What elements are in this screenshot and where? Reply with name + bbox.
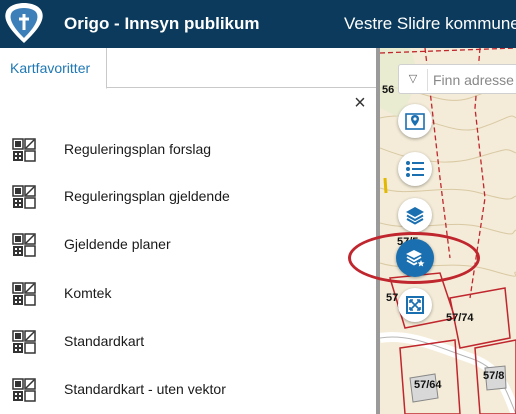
map-thumbnail-icon	[12, 138, 36, 162]
parcel-label: 56	[382, 84, 395, 96]
search-separator	[427, 69, 428, 91]
map-pin-icon	[405, 113, 425, 130]
favorite-label: Reguleringsplan gjeldende	[64, 188, 230, 204]
app-header: Origo - Innsyn publikum Vestre Slidre ko…	[0, 0, 516, 48]
extent-frame-icon	[406, 296, 424, 314]
favorite-item[interactable]: Reguleringsplan forslag	[0, 130, 376, 170]
map-thumbnail-icon	[12, 378, 36, 402]
favorites-panel: Kartfavoritter × Reguleringsplan forslag	[0, 48, 376, 414]
panel-tab-bar: Kartfavoritter	[0, 48, 376, 89]
extent-tool[interactable]	[398, 288, 432, 322]
list-icon	[406, 161, 424, 177]
favorite-label: Standardkart	[64, 333, 145, 349]
layers-tool[interactable]	[398, 198, 432, 232]
favorite-item[interactable]: Reguleringsplan gjeldende	[0, 177, 376, 217]
legend-tool[interactable]	[398, 152, 432, 186]
favorite-item[interactable]: Gjeldende planer	[0, 225, 376, 265]
map-thumbnail-icon	[12, 233, 36, 257]
search-input[interactable]	[433, 70, 516, 90]
map-canvas[interactable]: 56 57/5 57 57/74 57/64 57/8	[380, 48, 516, 414]
parcel-label: 57/8	[483, 370, 505, 382]
highlight-annotation	[348, 232, 480, 284]
map-terrain	[380, 48, 516, 414]
map-thumbnail-icon	[12, 282, 36, 306]
app-title: Origo - Innsyn publikum	[64, 14, 260, 33]
close-button[interactable]: ×	[350, 93, 370, 114]
parcel-label: 57/74	[446, 312, 474, 324]
location-marker-tool[interactable]	[398, 104, 432, 138]
address-search: ▽	[398, 64, 516, 94]
favorite-label: Komtek	[64, 285, 112, 301]
municipality-crest-icon[interactable]	[0, 0, 48, 46]
municipality-name: Vestre Slidre kommune	[344, 14, 516, 33]
favorite-item[interactable]: Standardkart	[0, 322, 376, 362]
map-thumbnail-icon	[12, 185, 36, 209]
tab-label: Kartfavoritter	[10, 60, 91, 76]
chevron-down-icon[interactable]: ▽	[405, 71, 421, 87]
layers-icon	[406, 207, 424, 225]
tab-kartfavoritter[interactable]: Kartfavoritter	[0, 48, 107, 89]
map-thumbnail-icon	[12, 330, 36, 354]
parcel-label: 57	[386, 292, 399, 304]
favorite-label: Gjeldende planer	[64, 236, 171, 252]
favorite-label: Standardkart - uten vektor	[64, 381, 226, 397]
favorite-item[interactable]: Komtek	[0, 274, 376, 314]
favorite-item[interactable]: Standardkart - uten vektor	[0, 370, 376, 410]
favorite-label: Reguleringsplan forslag	[64, 141, 212, 157]
parcel-label: 57/64	[414, 379, 442, 391]
